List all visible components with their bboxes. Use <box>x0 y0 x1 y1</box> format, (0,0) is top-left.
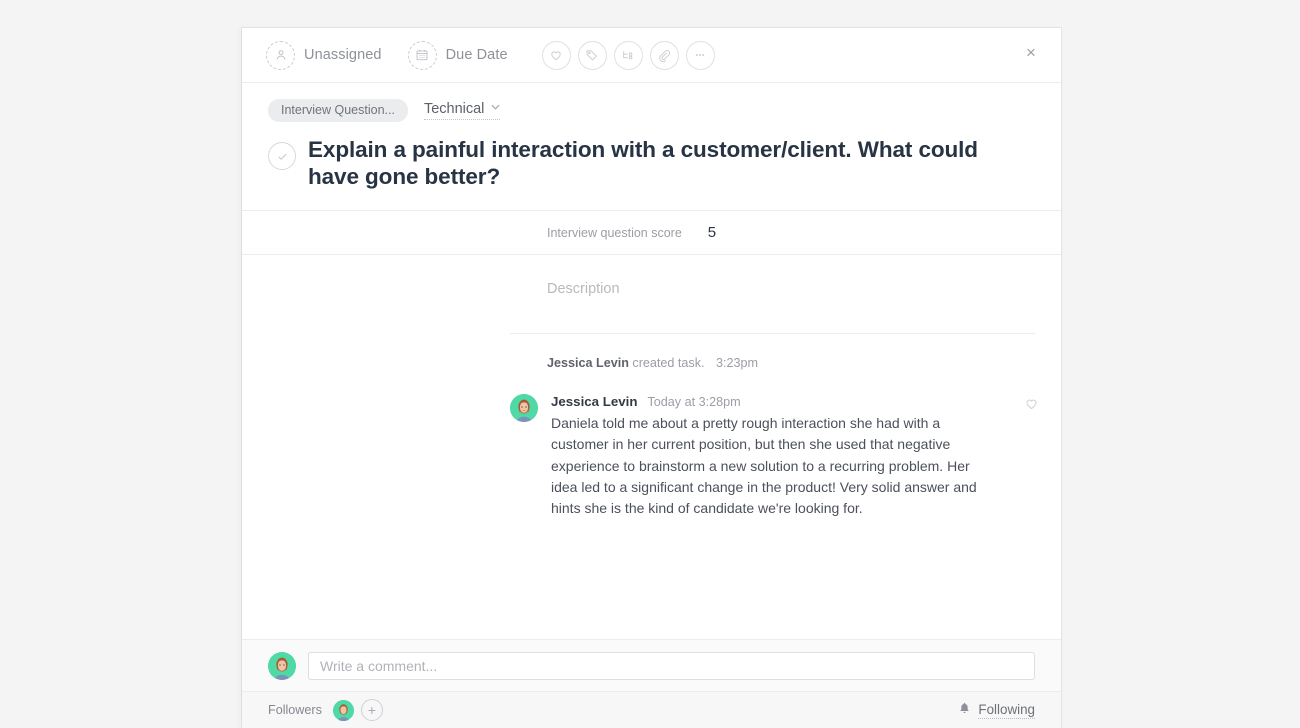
task-meta-row: Interview Question... Technical <box>242 83 1061 122</box>
due-date-label: Due Date <box>445 47 508 63</box>
task-action-buttons <box>541 40 715 70</box>
section-dropdown-label: Technical <box>423 101 485 117</box>
comment-header: Jessica Levin Today at 3:28pm <box>551 394 995 409</box>
comment-author: Jessica Levin <box>551 394 638 409</box>
score-value[interactable]: 5 <box>708 224 716 241</box>
activity-time: 3:23pm <box>716 356 759 370</box>
subtask-icon[interactable] <box>613 40 643 70</box>
followers-bar: Followers + Following <box>242 691 1061 728</box>
like-icon[interactable] <box>541 40 571 70</box>
score-label: Interview question score <box>547 226 682 240</box>
comment-text: Daniela told me about a pretty rough int… <box>551 415 977 517</box>
activity-author: Jessica Levin <box>547 356 629 370</box>
heart-icon[interactable] <box>1024 396 1039 416</box>
due-date-button[interactable]: Due Date <box>407 40 508 70</box>
follower-avatar[interactable] <box>332 699 354 721</box>
custom-field-score[interactable]: Interview question score 5 <box>242 211 1061 254</box>
task-detail-panel: Unassigned Due Date × Interview Question… <box>242 28 1061 728</box>
add-follower-button[interactable]: + <box>360 699 383 721</box>
section-dropdown[interactable]: Technical <box>423 101 501 120</box>
bell-icon <box>958 701 971 720</box>
more-icon[interactable] <box>685 40 715 70</box>
attachment-icon[interactable] <box>649 40 679 70</box>
following-button[interactable]: Following <box>958 701 1035 720</box>
comment-input[interactable] <box>308 651 1035 680</box>
avatar <box>510 394 538 422</box>
assignee-label: Unassigned <box>304 47 382 63</box>
calendar-icon <box>407 40 437 70</box>
comment-item: Jessica Levin Today at 3:28pm Daniela to… <box>242 370 1061 519</box>
tag-icon[interactable] <box>577 40 607 70</box>
comment-composer <box>242 639 1061 691</box>
check-icon[interactable] <box>268 142 296 170</box>
current-user-avatar <box>268 651 296 680</box>
activity-action: created task. <box>632 356 705 370</box>
chevron-down-icon <box>491 103 500 113</box>
assignee-button[interactable]: Unassigned <box>266 40 382 70</box>
following-label: Following <box>978 701 1035 719</box>
task-body: Description Jessica Levin created task. … <box>242 255 1061 639</box>
page-title[interactable]: Explain a painful interaction with a cus… <box>308 136 1025 190</box>
project-pill[interactable]: Interview Question... <box>268 99 408 122</box>
activity-entry: Jessica Levin created task. 3:23pm <box>242 334 1061 370</box>
followers-label: Followers <box>268 703 322 717</box>
person-icon <box>266 40 295 70</box>
task-header-toolbar: Unassigned Due Date × <box>242 28 1061 83</box>
comment-body: Jessica Levin Today at 3:28pm Daniela to… <box>551 394 1035 519</box>
description-field[interactable]: Description <box>242 255 1061 297</box>
task-title-row: Explain a painful interaction with a cus… <box>242 122 1061 210</box>
comment-timestamp: Today at 3:28pm <box>647 395 741 409</box>
close-icon[interactable]: × <box>1017 38 1045 66</box>
